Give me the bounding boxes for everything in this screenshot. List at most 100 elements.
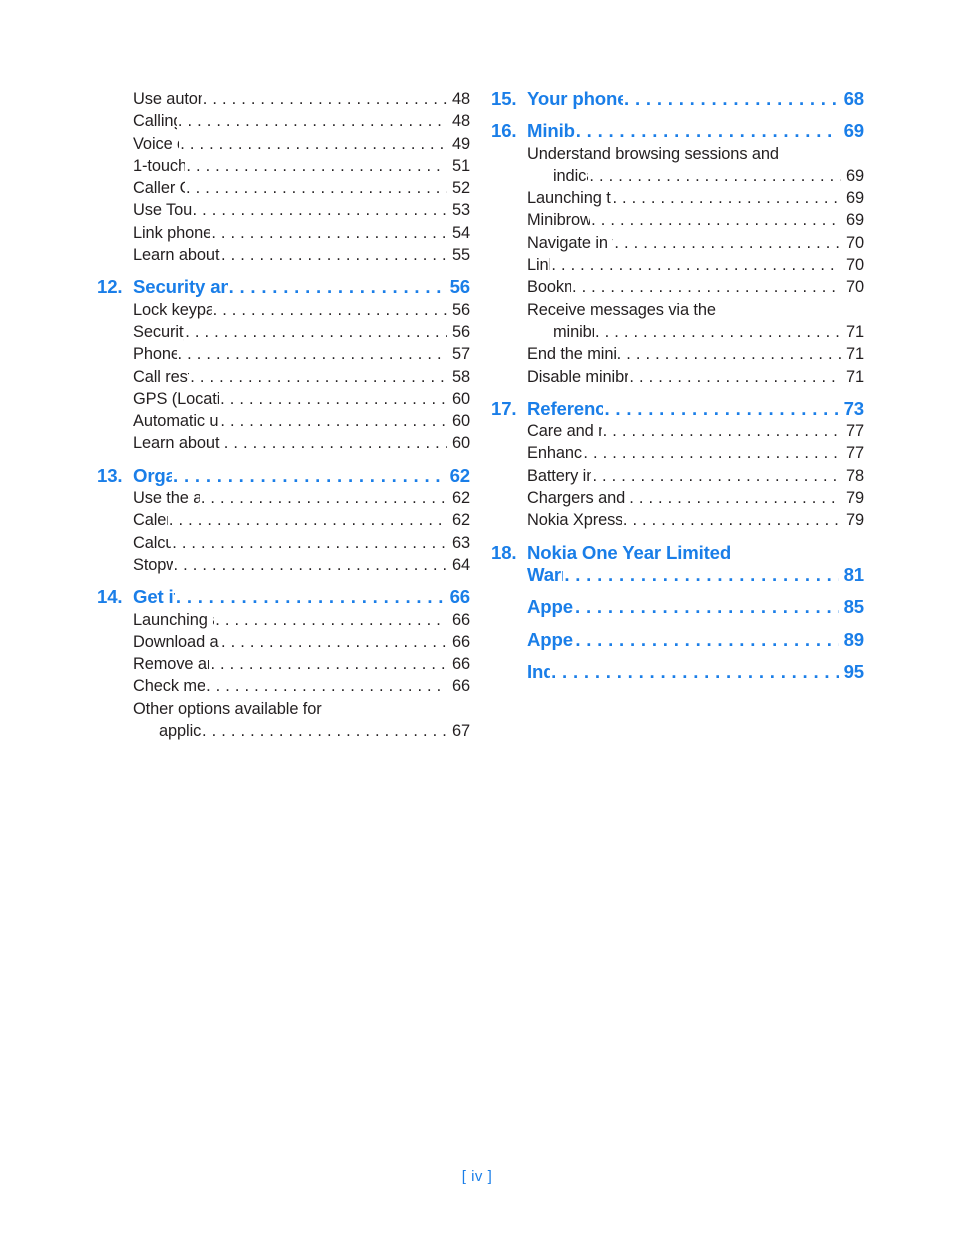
toc-appendix-page: 85 (843, 596, 865, 618)
toc-entry-page: 66 (451, 632, 470, 651)
toc-entry[interactable]: Call restrictions. 58 (90, 366, 470, 388)
toc-entry[interactable]: Caller Groups. 52 (90, 177, 470, 199)
toc-entry-page: 60 (451, 434, 470, 453)
toc-entry[interactable]: Launching an application. 66 (90, 609, 470, 631)
toc-entry-label: Security code. (133, 322, 184, 341)
toc-chapter-heading-continued[interactable]: Warranty 81 (484, 564, 864, 586)
leader-dots (629, 366, 841, 388)
toc-page: Use automatic redial 48 Calling card 48 Voic… (0, 0, 954, 1248)
toc-entry[interactable]: GPS (Location info sharing) 60 (90, 388, 470, 410)
toc-appendix-heading[interactable]: Appendix B. 89 (484, 629, 864, 651)
toc-entry-page: 71 (845, 367, 864, 386)
toc-entry-label: Learn about Voice Recorder (133, 246, 220, 265)
toc-chapter-heading[interactable]: 14. Get it now. 66 (90, 586, 470, 608)
toc-entry-page: 71 (845, 345, 864, 364)
toc-chapter-page: 62 (449, 464, 471, 486)
toc-entry[interactable]: Remove an application. 66 (90, 653, 470, 675)
toc-chapter-number: 14. (97, 586, 123, 608)
toc-entry[interactable]: Learn about system selection 60 (90, 432, 470, 454)
toc-entry-page: 64 (451, 555, 470, 574)
toc-entry[interactable]: applications. 67 (90, 720, 470, 742)
toc-entry-page: 51 (451, 156, 470, 175)
toc-entry[interactable]: 1-touch dialing 51 (90, 155, 470, 177)
leader-dots (178, 110, 447, 132)
toc-entry[interactable]: Calling card 48 (90, 110, 470, 132)
leader-dots (623, 509, 841, 531)
toc-entry[interactable]: Nokia Xpress-on™ color covers 79 (484, 509, 864, 531)
toc-entry[interactable]: Launching the minibrowser 69 (484, 187, 864, 209)
toc-entry-page: 58 (451, 367, 470, 386)
leader-dots (220, 410, 447, 432)
toc-entry[interactable]: Voice dialing 49 (90, 133, 470, 155)
toc-chapter-heading[interactable]: 17. Reference information 73 (484, 398, 864, 420)
toc-entry-page: 66 (451, 610, 470, 629)
toc-entry[interactable]: Calculator 63 (90, 532, 470, 554)
toc-entry[interactable]: Security code. 56 (90, 321, 470, 343)
toc-entry[interactable]: Minibrowser menu 69 (484, 209, 864, 231)
toc-entry[interactable]: Battery information 78 (484, 465, 864, 487)
toc-entry[interactable]: Check memory status 66 (90, 675, 470, 697)
toc-entry[interactable]: Learn about Voice Recorder 55 (90, 244, 470, 266)
toc-entry[interactable]: Care and maintenance 77 (484, 420, 864, 442)
toc-entry[interactable]: Lock keypad (Keyguard) 56 (90, 299, 470, 321)
leader-dots (575, 596, 839, 618)
toc-entry[interactable]: Chargers and other enhancements 79 (484, 487, 864, 509)
toc-entry-label: Navigate in the minibrowser (527, 233, 613, 252)
leader-dots (215, 609, 447, 631)
toc-entry[interactable]: Links. 70 (484, 254, 864, 276)
leader-dots (551, 254, 841, 276)
leader-dots (575, 629, 839, 651)
leader-dots (173, 465, 445, 487)
toc-appendix-heading[interactable]: Appendix A. 85 (484, 596, 864, 618)
toc-chapter-title: Nokia One Year Limited (527, 541, 732, 563)
toc-entry[interactable]: Link phone book entries 54 (90, 222, 470, 244)
toc-chapter-page: 68 (843, 88, 865, 109)
toc-entry-label: Chargers and other enhancements (527, 489, 628, 508)
toc-chapter-heading[interactable]: 13. Organizer 62 (90, 465, 470, 487)
leader-dots (206, 675, 447, 697)
toc-entry[interactable]: Stopwatch 64 (90, 554, 470, 576)
toc-entry[interactable]: Disable minibrowser confirmations. 71 (484, 366, 864, 388)
toc-chapter-title: Reference information (527, 397, 604, 419)
leader-dots (624, 88, 839, 110)
leader-dots (572, 276, 841, 298)
toc-chapter-title: Security and System settings. (133, 276, 228, 298)
toc-appendix-heading[interactable]: Index 95 (484, 661, 864, 683)
toc-entry-label: Enhancements. (527, 444, 582, 463)
toc-entry[interactable]: Use the alarm clock 62 (90, 487, 470, 509)
toc-chapter-number: 13. (97, 464, 123, 486)
leader-dots (180, 133, 447, 155)
toc-entry[interactable]: Download a new application 66 (90, 631, 470, 653)
toc-entry[interactable]: Calendar 62 (90, 509, 470, 531)
toc-entry-label: GPS (Location info sharing) (133, 389, 220, 408)
toc-chapter-heading[interactable]: 15. Your phone and other devices. 68 (484, 88, 864, 110)
toc-entry-label: End the minibrowser session (527, 345, 616, 364)
toc-chapter-heading[interactable]: 12. Security and System settings. 56 (90, 276, 470, 298)
toc-entry-label: Nokia Xpress-on™ color covers (527, 511, 622, 530)
toc-entry-page: 70 (845, 256, 864, 275)
toc-entry[interactable]: Bookmarks. 70 (484, 276, 864, 298)
toc-chapter-page: 73 (843, 397, 865, 419)
toc-entry[interactable]: Navigate in the minibrowser 70 (484, 232, 864, 254)
leader-dots (617, 343, 841, 365)
toc-entry[interactable]: indicators. 69 (484, 165, 864, 187)
toc-entry-page: 60 (451, 389, 470, 408)
toc-entry-label: Phone lock. (133, 345, 177, 364)
toc-entry[interactable]: End the minibrowser session 71 (484, 343, 864, 365)
leader-dots (612, 187, 841, 209)
toc-entry[interactable]: Enhancements. 77 (484, 442, 864, 464)
toc-chapter-heading[interactable]: 16. Minibrowser 69 (484, 120, 864, 142)
toc-entry-label: Use Touch tones (133, 201, 192, 220)
toc-entry-page: 48 (451, 90, 470, 108)
toc-entry-page: 77 (845, 444, 864, 463)
toc-entry[interactable]: Use automatic redial 48 (90, 88, 470, 110)
toc-chapter-heading[interactable]: 18. Nokia One Year Limited (484, 542, 864, 564)
toc-entry-label-line: Understand browsing sessions and (527, 144, 779, 163)
toc-entry-label-line: Other options available for (133, 699, 322, 718)
toc-entry-label: Voice dialing (133, 134, 179, 153)
toc-entry[interactable]: Use Touch tones 53 (90, 199, 470, 221)
toc-entry[interactable]: Phone lock. 57 (90, 343, 470, 365)
toc-entry[interactable]: Automatic update of service 60 (90, 410, 470, 432)
toc-entry[interactable]: minibrowser 71 (484, 321, 864, 343)
leader-dots (629, 487, 841, 509)
